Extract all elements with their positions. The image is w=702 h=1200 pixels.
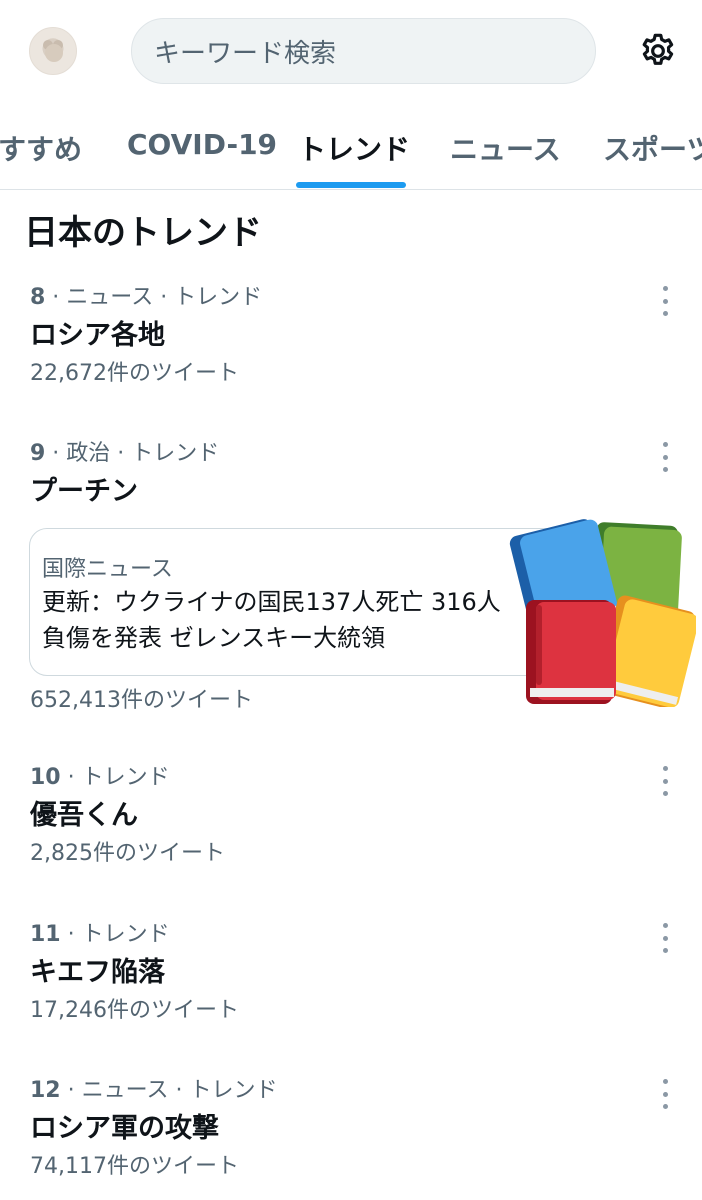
tab-sports[interactable]: スポーツ (603, 128, 702, 168)
trend-category: ニュース · トレンド (81, 1078, 278, 1103)
trend-meta: 8 · ニュース · トレンド (30, 285, 263, 310)
trend-category: 政治 · トレンド (66, 441, 220, 466)
tab-news[interactable]: ニュース (450, 128, 561, 168)
trend-name: プーチン (30, 476, 138, 507)
trend-item[interactable]: 10 · トレンド 優吾くん 2,825件のツイート (30, 762, 670, 870)
trend-item[interactable]: 9 · 政治 · トレンド プーチン (30, 438, 670, 512)
tab-trends[interactable]: トレンド (298, 128, 410, 168)
more-icon[interactable] (660, 286, 670, 316)
page-title: 日本のトレンド (24, 213, 262, 253)
gear-icon[interactable] (636, 29, 680, 73)
search-input[interactable]: キーワード検索 (131, 18, 596, 84)
search-placeholder: キーワード検索 (154, 38, 337, 69)
trend-count: 652,413件のツイート (30, 688, 253, 713)
trend-meta: 9 · 政治 · トレンド (30, 441, 220, 466)
more-icon[interactable] (660, 442, 670, 472)
tab-recommended[interactable]: すすめ (0, 128, 82, 168)
books-icon (509, 519, 696, 707)
trend-name: ロシア各地 (30, 320, 165, 351)
active-tab-indicator (296, 182, 406, 188)
trend-meta: 12 · ニュース · トレンド (30, 1078, 278, 1103)
news-source: 国際ニュース (42, 557, 173, 582)
trend-item[interactable]: 11 · トレンド キエフ陥落 17,246件のツイート (30, 919, 670, 1027)
trend-name: ロシア軍の攻撃 (30, 1113, 219, 1144)
trend-rank: 8 (30, 285, 46, 310)
trend-count: 74,117件のツイート (30, 1154, 239, 1179)
more-icon[interactable] (660, 766, 670, 796)
more-icon[interactable] (660, 923, 670, 953)
trend-item[interactable]: 12 · ニュース · トレンド ロシア軍の攻撃 74,117件のツイート (30, 1075, 670, 1183)
trend-name: キエフ陥落 (30, 957, 165, 988)
trend-rank: 10 (30, 765, 61, 790)
trend-meta: 10 · トレンド (30, 765, 170, 790)
trend-name: 優吾くん (30, 800, 138, 831)
avatar-face (45, 44, 63, 62)
trend-rank: 11 (30, 922, 61, 947)
more-icon[interactable] (660, 1079, 670, 1109)
news-headline: 更新：ウクライナの国民137人死亡 316人負傷を発表 ゼレンスキー大統領 (42, 588, 501, 652)
avatar[interactable] (29, 27, 77, 75)
trend-rank: 9 (30, 441, 46, 466)
trend-category: ニュース · トレンド (66, 285, 263, 310)
trend-category: トレンド (81, 765, 170, 790)
trend-count: 2,825件のツイート (30, 841, 225, 866)
trend-item[interactable]: 8 · ニュース · トレンド ロシア各地 22,672件のツイート (30, 282, 670, 390)
trend-rank: 12 (30, 1078, 61, 1103)
trend-count: 22,672件のツイート (30, 361, 239, 386)
trend-count: 17,246件のツイート (30, 998, 239, 1023)
trend-category: トレンド (81, 922, 170, 947)
trend-meta: 11 · トレンド (30, 922, 170, 947)
tab-covid19[interactable]: COVID-19 (127, 128, 277, 161)
tab-bar: すすめ COVID-19 トレンド ニュース スポーツ (0, 110, 702, 190)
